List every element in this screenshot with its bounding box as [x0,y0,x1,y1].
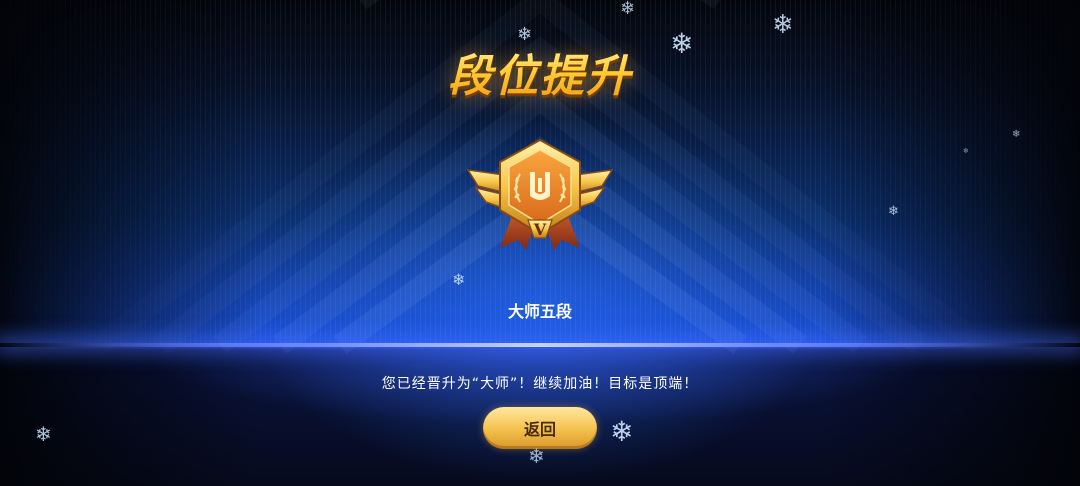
snowflake-icon: ❄ [963,147,969,155]
snowflake-icon: ❄ [888,204,899,219]
snowflake-icon: ❄ [35,422,52,446]
snowflake-icon: ❄ [528,444,545,468]
promotion-message: 您已经晋升为“大师”！继续加油！目标是顶端！ [381,376,699,392]
promotion-screen: 段位提升 V 大师五段 您已经晋升为“大师”！继续加油！目标是顶端！ 返回 ❄ … [0,0,1080,486]
master-rank-badge-icon: V [466,138,614,250]
rank-tier-numeral: V [533,220,547,239]
snowflake-icon: ❄ [517,24,533,45]
snowflake-icon: ❄ [772,10,794,40]
page-title: 段位提升 [0,40,1080,104]
snowflake-icon: ❄ [452,270,466,289]
snowflake-icon: ❄ [620,0,636,19]
snowflake-icon: ❄ [1012,129,1021,140]
snowflake-icon: ❄ [670,27,694,60]
back-button[interactable]: 返回 [483,407,597,449]
snowflake-icon: ❄ [610,415,634,448]
rank-name: 大师五段 [507,302,572,321]
